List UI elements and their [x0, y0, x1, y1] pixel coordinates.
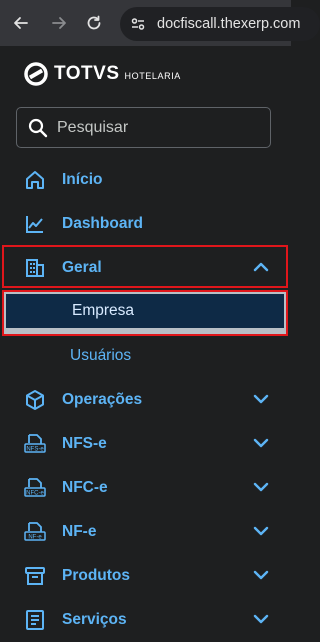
- submenu-label-empresa: Empresa: [72, 302, 135, 319]
- menu-item-dashboard[interactable]: Dashboard: [0, 202, 291, 246]
- menu-label-operacoes: Operações: [62, 391, 143, 408]
- forward-arrow-icon: [52, 17, 66, 29]
- chevron-down-icon[interactable]: [252, 392, 270, 406]
- menu-label-inicio: Início: [62, 171, 103, 188]
- chevron-up-icon[interactable]: [252, 260, 270, 274]
- chevron-down-icon[interactable]: [252, 612, 270, 626]
- search-icon: [28, 118, 48, 137]
- totvs-logo[interactable]: TOTVS HOTELARIA: [24, 62, 181, 86]
- building-icon: [26, 259, 44, 277]
- url-text: docfiscall.thexerp.com: [157, 16, 301, 32]
- nfce-document-icon: NFC-e: [24, 478, 46, 497]
- menu-item-nfce[interactable]: NFC-e NFC-e: [0, 466, 291, 510]
- chevron-down-icon[interactable]: [252, 524, 270, 538]
- submenu-item-usuarios[interactable]: Usuários: [0, 334, 291, 378]
- submenu-label-usuarios: Usuários: [70, 347, 132, 364]
- menu-label-nfse: NFS-e: [62, 435, 107, 452]
- menu-label-produtos: Produtos: [62, 567, 131, 584]
- logo-product: HOTELARIA: [124, 70, 181, 81]
- chevron-down-icon[interactable]: [252, 436, 270, 450]
- address-bar[interactable]: docfiscall.thexerp.com: [120, 7, 320, 41]
- nfse-document-icon: NFS-e: [24, 434, 46, 453]
- forward-button[interactable]: [44, 8, 74, 38]
- menu-label-servicos: Serviços: [62, 611, 127, 628]
- menu-item-nfe[interactable]: NF-e NF-e: [0, 510, 291, 554]
- submenu-item-empresa-selected: Empresa: [6, 294, 284, 328]
- svg-text:NF-e: NF-e: [28, 535, 42, 541]
- site-settings-icon[interactable]: [130, 16, 146, 32]
- search-placeholder: Pesquisar: [57, 118, 129, 136]
- browser-toolbar: docfiscall.thexerp.com: [0, 0, 320, 46]
- chevron-down-icon[interactable]: [252, 480, 270, 494]
- menu-item-operacoes[interactable]: Operações: [0, 378, 291, 422]
- svg-text:NFC-e: NFC-e: [26, 491, 44, 497]
- reload-button[interactable]: [79, 8, 109, 38]
- list-document-icon: [26, 610, 44, 630]
- menu-item-nfse[interactable]: NFS-e NFS-e: [0, 422, 291, 466]
- chevron-down-icon[interactable]: [252, 568, 270, 582]
- menu-label-geral: Geral: [62, 259, 102, 276]
- menu-label-nfce: NFC-e: [62, 479, 108, 496]
- back-arrow-icon: [14, 17, 28, 29]
- reload-icon: [87, 15, 101, 30]
- box-icon: [26, 390, 44, 410]
- menu-item-geral[interactable]: Geral: [0, 246, 291, 290]
- home-icon: [26, 171, 44, 189]
- menu-item-produtos[interactable]: Produtos: [0, 554, 291, 598]
- search-input[interactable]: Pesquisar: [16, 107, 271, 148]
- svg-text:NFS-e: NFS-e: [26, 447, 44, 453]
- logo-brand: TOTVS: [54, 63, 120, 84]
- submenu-item-empresa[interactable]: Empresa: [2, 290, 288, 336]
- nfe-document-icon: NF-e: [24, 522, 46, 541]
- chart-icon: [26, 216, 43, 233]
- menu-item-servicos[interactable]: Serviços: [0, 598, 291, 642]
- archive-icon: [25, 567, 45, 585]
- totvs-logo-icon: [24, 62, 48, 86]
- menu-item-inicio[interactable]: Início: [0, 158, 291, 202]
- menu-label-nfe: NF-e: [62, 523, 97, 540]
- sidebar: TOTVS HOTELARIA Pesquisar Início Dashboa…: [0, 46, 291, 640]
- menu-label-dashboard: Dashboard: [62, 215, 143, 232]
- back-button[interactable]: [6, 8, 36, 38]
